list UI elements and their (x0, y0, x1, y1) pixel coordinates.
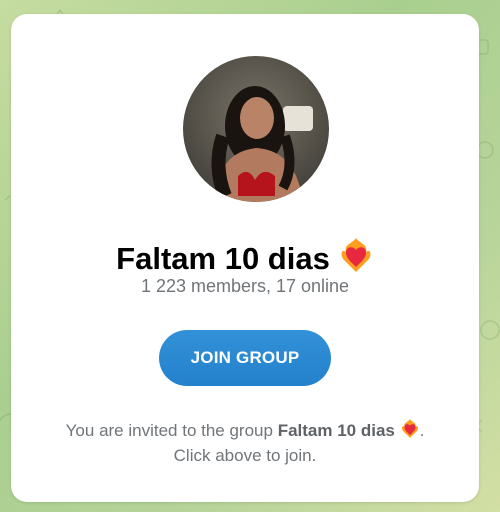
invite-suffix: . (419, 420, 425, 440)
heart-on-fire-icon (400, 418, 420, 445)
invite-card: Faltam 10 dias 1 223 members, 17 online … (11, 14, 479, 502)
invite-prefix: You are invited to the group (65, 420, 273, 440)
join-group-button[interactable]: JOIN GROUP (159, 330, 331, 386)
members-count: 1 223 members, 17 online (140, 276, 350, 296)
invite-group-name: Faltam 10 dias (277, 420, 395, 440)
group-title: Faltam 10 dias (116, 241, 330, 276)
group-avatar (183, 56, 329, 202)
invite-instruction: Click above to join. (173, 446, 317, 465)
invite-message: You are invited to the group Faltam 10 d… (11, 418, 479, 467)
